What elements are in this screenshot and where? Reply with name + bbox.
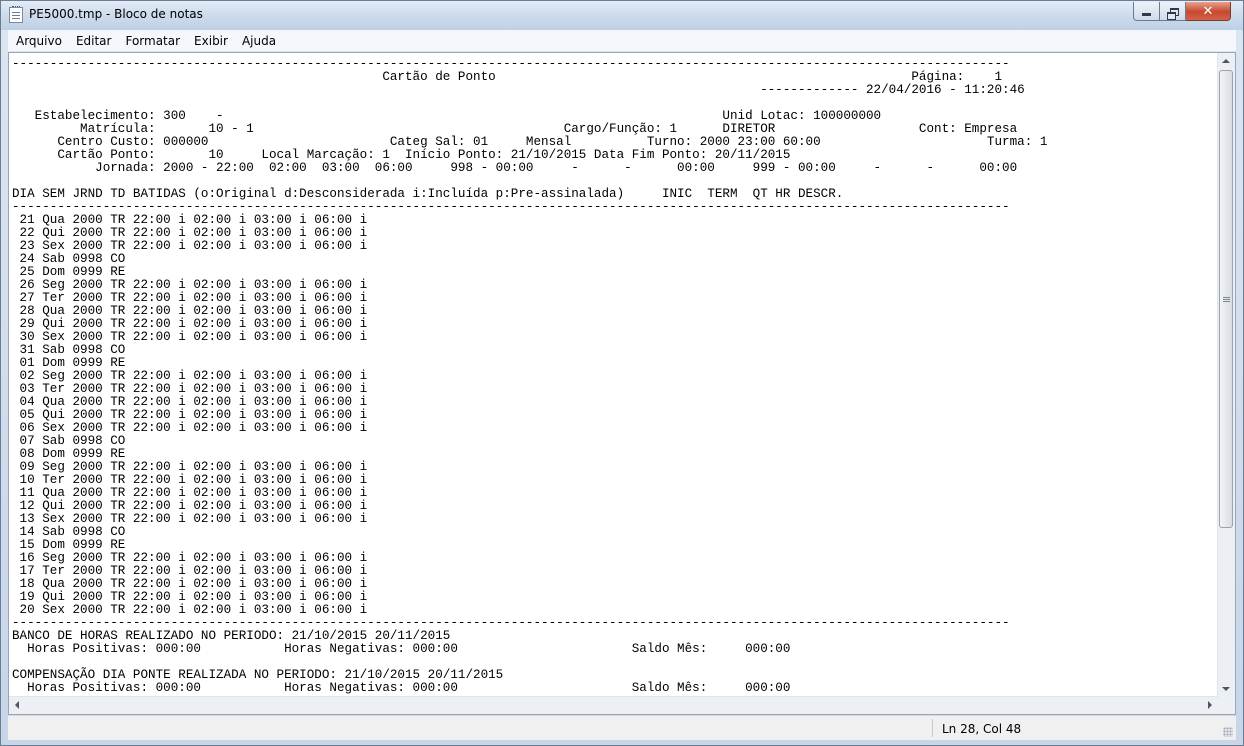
text-line: Jornada: 2000 - 22:00 02:00 03:00 06:00 … [12, 161, 1018, 175]
text-line: 24 Sab 0998 CO [12, 252, 126, 266]
text-editor[interactable]: ----------------------------------------… [8, 52, 1236, 715]
text-line: 23 Sex 2000 TR 22:00 i 02:00 i 03:00 i 0… [12, 239, 368, 253]
document-text[interactable]: ----------------------------------------… [12, 58, 1047, 695]
close-icon: ✕ [1202, 3, 1214, 19]
scroll-down-icon[interactable] [1222, 687, 1230, 691]
text-line: Horas Positivas: 000:00 Horas Negativas:… [12, 681, 791, 695]
status-separator [932, 719, 933, 737]
text-line: 07 Sab 0998 CO [12, 434, 126, 448]
minimize-button[interactable] [1133, 2, 1160, 21]
window-title: PE5000.tmp - Bloco de notas [29, 7, 203, 21]
close-button[interactable]: ✕ [1186, 2, 1231, 21]
menu-exibir[interactable]: Exibir [187, 34, 235, 48]
cursor-position: Ln 28, Col 48 [942, 722, 1022, 736]
status-bar: Ln 28, Col 48 [8, 715, 1236, 740]
vertical-scrollbar[interactable] [1217, 53, 1235, 697]
resize-grip-icon[interactable] [1223, 727, 1233, 737]
notepad-icon[interactable] [9, 6, 23, 23]
menu-formatar[interactable]: Formatar [118, 34, 187, 48]
scroll-left-icon[interactable] [15, 701, 19, 709]
text-line: 31 Sab 0998 CO [12, 343, 126, 357]
vertical-scroll-thumb[interactable] [1219, 70, 1233, 528]
restore-icon [1167, 8, 1179, 20]
text-line: 14 Sab 0998 CO [12, 525, 126, 539]
scrollbar-corner [1218, 697, 1235, 714]
text-line: 30 Sex 2000 TR 22:00 i 02:00 i 03:00 i 0… [12, 330, 368, 344]
menu-ajuda[interactable]: Ajuda [235, 34, 283, 48]
text-line: ------------- 22/04/2016 - 11:20:46 [12, 83, 1025, 97]
title-bar[interactable]: PE5000.tmp - Bloco de notas ✕ [1, 1, 1243, 30]
menu-bar: Arquivo Editar Formatar Exibir Ajuda [8, 30, 1236, 52]
text-line: 06 Sex 2000 TR 22:00 i 02:00 i 03:00 i 0… [12, 421, 368, 435]
text-line: Horas Positivas: 000:00 Horas Negativas:… [12, 642, 791, 656]
scroll-up-icon[interactable] [1222, 59, 1230, 63]
menu-arquivo[interactable]: Arquivo [8, 34, 69, 48]
horizontal-scrollbar[interactable] [9, 696, 1218, 714]
maximize-button[interactable] [1160, 2, 1186, 21]
minimize-icon [1142, 12, 1151, 16]
scroll-right-icon[interactable] [1208, 701, 1212, 709]
menu-editar[interactable]: Editar [69, 34, 119, 48]
notepad-window: PE5000.tmp - Bloco de notas ✕ Arquivo Ed… [0, 0, 1244, 746]
text-line: 13 Sex 2000 TR 22:00 i 02:00 i 03:00 i 0… [12, 512, 368, 526]
